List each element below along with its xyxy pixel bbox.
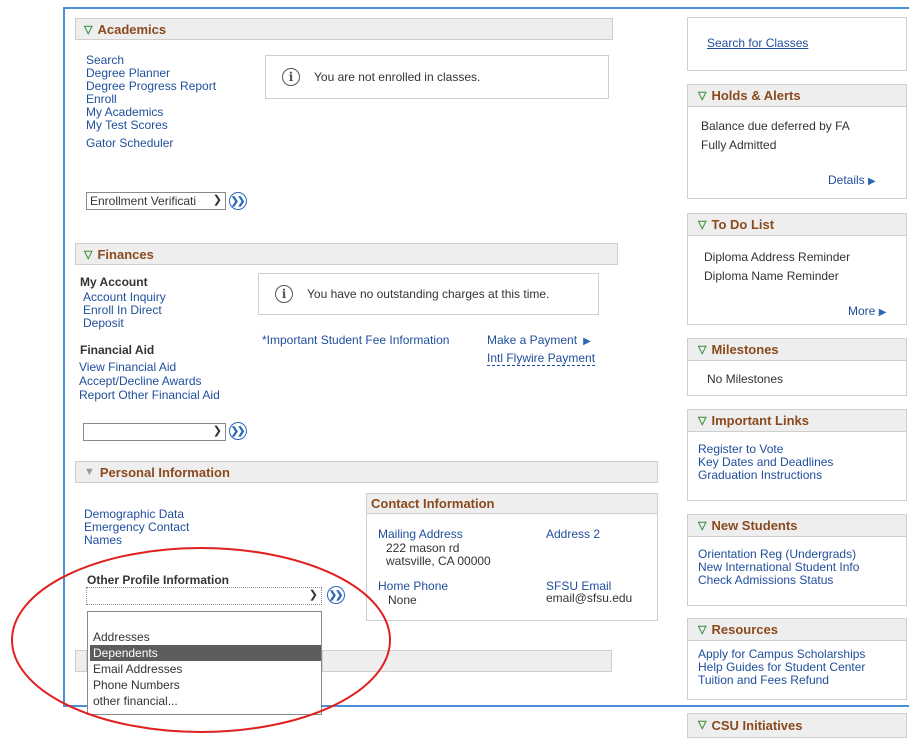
info-circle-icon: i (275, 285, 293, 303)
triangle-down-icon: ▽ (84, 248, 93, 261)
academics-link-gator-scheduler[interactable]: Gator Scheduler (86, 137, 173, 150)
home-phone-link[interactable]: Home Phone (378, 580, 448, 593)
triangle-right-icon: ▶ (868, 176, 876, 187)
hidden-section-header-left (75, 650, 87, 672)
important-links-header[interactable]: ▽ Important Links (688, 410, 906, 432)
make-payment-link[interactable]: Make a Payment ▶ (487, 334, 591, 348)
holds-alerts-header[interactable]: ▽ Holds & Alerts (688, 85, 906, 107)
other-profile-select[interactable]: ❯ (86, 587, 322, 605)
hold-item-admitted: Fully Admitted (701, 138, 777, 152)
csu-initiatives-box: ▽ CSU Initiatives (687, 713, 907, 738)
academics-go-button[interactable]: ❯❯ (229, 192, 247, 210)
academics-message-box: i You are not enrolled in classes. (265, 55, 609, 99)
resources-header[interactable]: ▽ Resources (688, 619, 906, 641)
admissions-status-link[interactable]: Check Admissions Status (698, 574, 833, 587)
flywire-payment-link[interactable]: Intl Flywire Payment (487, 352, 596, 366)
milestones-text: No Milestones (707, 372, 784, 386)
graduation-instructions-link[interactable]: Graduation Instructions (698, 469, 822, 482)
dropdown-option-addresses[interactable]: Addresses (90, 629, 321, 645)
triangle-right-icon: ▶ (580, 336, 591, 347)
triangle-down-icon: ▽ (698, 90, 707, 102)
financial-aid-label: Financial Aid (80, 343, 155, 357)
chevron-down-icon: ❯ (212, 194, 222, 206)
fee-info-link[interactable]: *Important Student Fee Information (262, 334, 449, 347)
triangle-down-icon: ▽ (698, 719, 707, 731)
todo-title: To Do List (711, 217, 775, 232)
milestones-title: Milestones (711, 342, 779, 357)
chevron-down-icon: ❯ (308, 589, 318, 601)
info-circle-icon: i (282, 68, 300, 86)
finances-go-button[interactable]: ❯❯ (229, 422, 247, 440)
academics-action-select[interactable]: Enrollment Verificati ❯ (86, 192, 226, 210)
holds-details-label: Details (828, 173, 865, 187)
double-chevron-right-icon: ❯❯ (230, 425, 246, 437)
csu-initiatives-header[interactable]: ▽ CSU Initiatives (688, 714, 906, 737)
todo-header[interactable]: ▽ To Do List (688, 214, 906, 236)
academics-title: Academics (97, 21, 167, 37)
hidden-section-header (322, 650, 612, 672)
important-links-title: Important Links (711, 413, 809, 428)
chevron-down-icon: ❯ (212, 425, 222, 437)
deposit-link[interactable]: Deposit (83, 317, 124, 330)
triangle-right-icon: ▶ (878, 307, 887, 318)
other-profile-dropdown-list[interactable]: Addresses Dependents Email Addresses Pho… (87, 611, 322, 715)
finances-header[interactable]: ▽ Finances (75, 243, 618, 265)
my-account-label: My Account (80, 275, 148, 289)
personal-info-header[interactable]: ▼ Personal Information (75, 461, 658, 483)
tuition-refund-link[interactable]: Tuition and Fees Refund (698, 674, 829, 687)
home-phone-value: None (388, 593, 417, 607)
hold-item-balance: Balance due deferred by FA (701, 119, 850, 133)
dropdown-option-phone-numbers[interactable]: Phone Numbers (90, 677, 321, 693)
double-chevron-right-icon: ❯❯ (230, 195, 246, 207)
double-chevron-right-icon: ❯❯ (328, 589, 344, 601)
holds-alerts-title: Holds & Alerts (711, 88, 801, 103)
personal-info-title: Personal Information (99, 464, 230, 480)
sfsu-email-value: email@sfsu.edu (546, 591, 633, 605)
names-link[interactable]: Names (84, 534, 122, 547)
todo-item-address[interactable]: Diploma Address Reminder (704, 251, 850, 264)
todo-item-name[interactable]: Diploma Name Reminder (704, 270, 839, 283)
finances-message: You have no outstanding charges at this … (307, 287, 550, 301)
personal-go-button[interactable]: ❯❯ (327, 586, 345, 604)
report-other-aid-link[interactable]: Report Other Financial Aid (79, 389, 220, 402)
search-classes-link[interactable]: Search for Classes (707, 37, 808, 50)
milestones-header[interactable]: ▽ Milestones (688, 339, 906, 361)
new-students-header[interactable]: ▽ New Students (688, 515, 906, 537)
dropdown-option-dependents[interactable]: Dependents (90, 645, 321, 661)
milestones-box: ▽ Milestones (687, 338, 907, 396)
address2-link[interactable]: Address 2 (546, 528, 600, 541)
view-financial-aid-link[interactable]: View Financial Aid (79, 361, 176, 374)
mailing-address-line2: watsville, CA 00000 (386, 554, 491, 568)
resources-title: Resources (711, 622, 778, 637)
new-students-title: New Students (711, 518, 798, 533)
triangle-down-icon: ▽ (698, 344, 707, 356)
other-profile-label: Other Profile Information (87, 573, 230, 587)
finances-action-select[interactable]: ❯ (83, 423, 226, 441)
finances-message-box: i You have no outstanding charges at thi… (258, 273, 599, 315)
triangle-down-icon: ▽ (698, 624, 707, 636)
triangle-down-icon: ▼ (84, 466, 95, 478)
accept-decline-awards-link[interactable]: Accept/Decline Awards (79, 375, 202, 388)
todo-more-link[interactable]: More ▶ (848, 305, 886, 319)
dropdown-option-other-financial[interactable]: other financial... (90, 693, 321, 709)
triangle-down-icon: ▽ (698, 520, 707, 532)
triangle-down-icon: ▽ (84, 23, 93, 36)
triangle-down-icon: ▽ (698, 219, 707, 231)
make-payment-label: Make a Payment (487, 333, 578, 347)
academics-header[interactable]: ▽ Academics (75, 18, 613, 40)
academics-link-my-test-scores[interactable]: My Test Scores (86, 119, 168, 132)
academics-select-value: Enrollment Verificati (90, 194, 197, 208)
mailing-address-link[interactable]: Mailing Address (378, 528, 463, 541)
csu-initiatives-title: CSU Initiatives (711, 718, 803, 733)
holds-details-link[interactable]: Details ▶ (828, 174, 876, 188)
academics-message: You are not enrolled in classes. (314, 70, 481, 84)
triangle-down-icon: ▽ (698, 415, 707, 427)
finances-title: Finances (97, 246, 154, 262)
contact-info-title: Contact Information (367, 494, 657, 514)
dropdown-option-email-addresses[interactable]: Email Addresses (90, 661, 321, 677)
todo-more-label: More (848, 304, 876, 318)
